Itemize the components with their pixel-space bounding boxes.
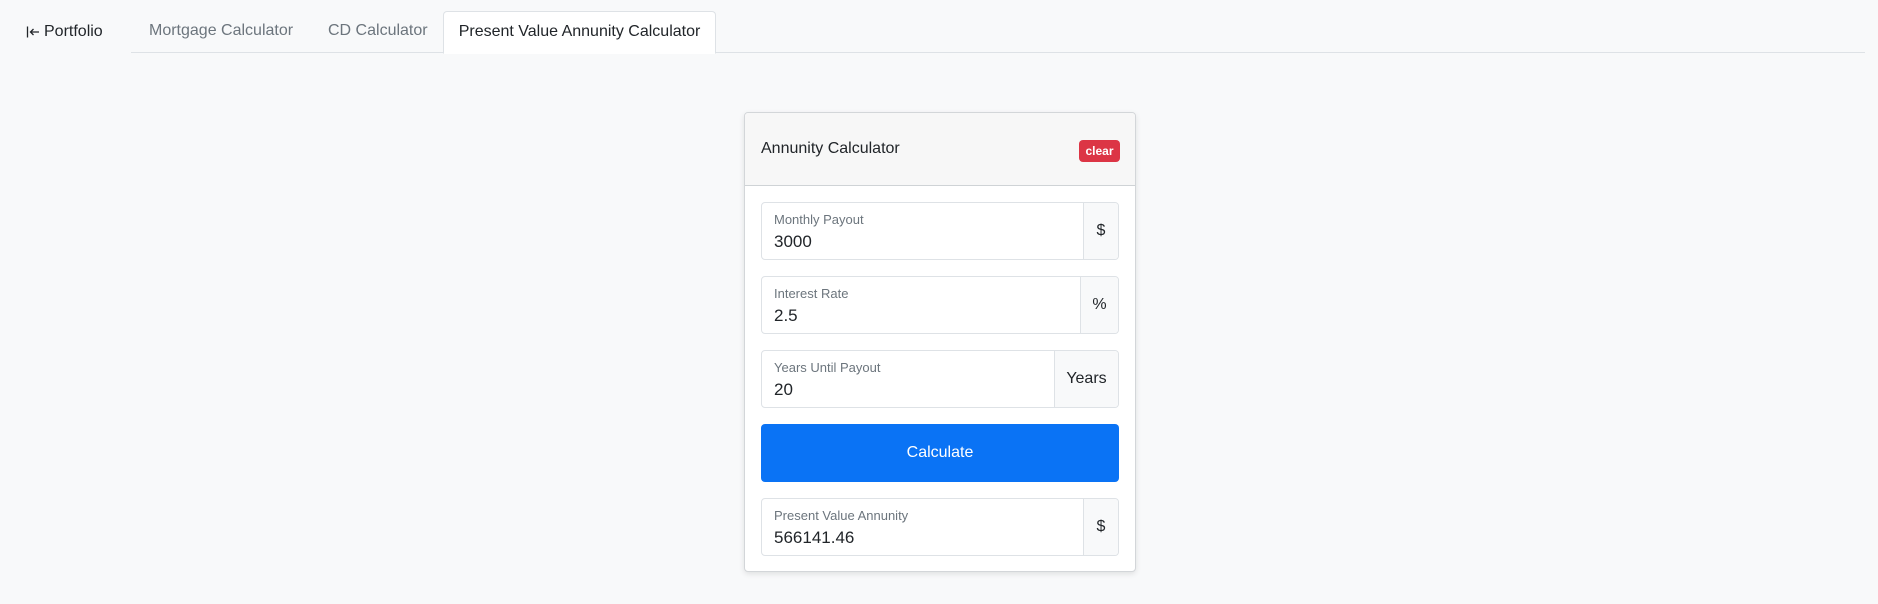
portfolio-back-label: Portfolio — [44, 23, 103, 40]
present-value-annuity-field: Present Value Annunity $ — [761, 498, 1119, 556]
interest-rate-label: Interest Rate — [774, 286, 849, 301]
card-title: Annunity Calculator — [761, 140, 900, 157]
years-until-payout-field: Years Until Payout Years — [761, 350, 1119, 408]
arrow-left-bar-icon — [26, 25, 40, 39]
card-header: Annunity Calculator clear — [745, 113, 1135, 186]
result-dollar-addon: $ — [1083, 499, 1118, 555]
present-value-annuity-label: Present Value Annunity — [774, 508, 909, 523]
annuity-calculator-card: Annunity Calculator clear Monthly Payout… — [744, 112, 1136, 572]
monthly-payout-field: Monthly Payout $ — [761, 202, 1119, 260]
tab-present-value-annuity-calculator[interactable]: Present Value Annunity Calculator — [443, 11, 716, 54]
calculate-button[interactable]: Calculate — [761, 424, 1119, 482]
percent-addon: % — [1080, 277, 1118, 333]
tabs-divider — [131, 52, 1865, 53]
years-addon: Years — [1054, 351, 1118, 407]
present-value-annuity-output[interactable] — [762, 525, 1083, 551]
interest-rate-input[interactable] — [762, 303, 1080, 329]
portfolio-back-link[interactable]: Portfolio — [26, 20, 103, 44]
clear-button[interactable]: clear — [1079, 140, 1120, 162]
top-navigation: Portfolio Mortgage Calculator CD Calcula… — [0, 0, 1878, 54]
monthly-payout-label: Monthly Payout — [774, 212, 864, 227]
years-until-payout-label: Years Until Payout — [774, 360, 881, 375]
monthly-payout-input[interactable] — [762, 229, 1083, 255]
years-until-payout-input[interactable] — [762, 377, 1054, 403]
interest-rate-field: Interest Rate % — [761, 276, 1119, 334]
tab-mortgage-calculator[interactable]: Mortgage Calculator — [133, 11, 309, 53]
dollar-addon: $ — [1083, 203, 1118, 259]
tab-cd-calculator[interactable]: CD Calculator — [312, 11, 444, 53]
